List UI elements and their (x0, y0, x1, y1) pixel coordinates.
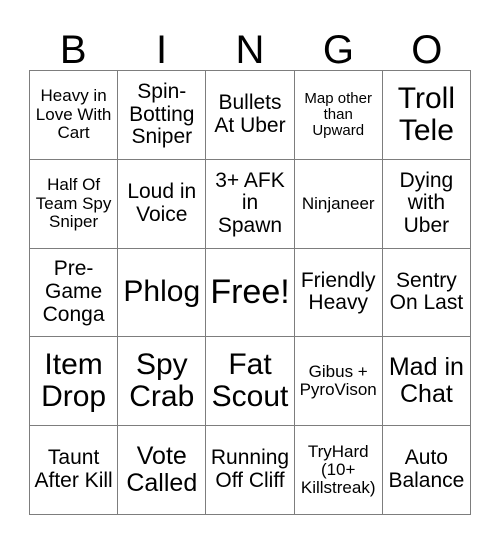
bingo-cell[interactable]: Bullets At Uber (206, 71, 295, 160)
bingo-cell-label: Item Drop (41, 347, 107, 414)
bingo-cell[interactable]: Pre-Game Conga (30, 248, 119, 338)
bingo-cell-label: Pre-Game Conga (42, 257, 105, 326)
bingo-cell-label: Dying with Uber (399, 168, 454, 238)
bingo-cell[interactable]: Phlog (118, 248, 207, 338)
bingo-card: B I N G O Heavy in Love With Cart Spin-Bo… (0, 0, 500, 544)
header-letter-i: I (156, 28, 168, 72)
bingo-cell[interactable]: Mad in Chat (382, 337, 471, 427)
bingo-header-row: B I N G O (29, 0, 471, 70)
bingo-grid: Heavy in Love With Cart Spin-Botting Snip… (29, 70, 471, 515)
bingo-cell[interactable]: Auto Balance (382, 426, 471, 515)
bingo-cell[interactable]: Spy Crab (118, 337, 207, 427)
bingo-cell-label: Sentry On Last (389, 268, 464, 315)
bingo-cell-label: Free! (210, 273, 290, 312)
bingo-cell[interactable]: TryHard (10+ Killstreak) (294, 426, 383, 515)
bingo-cell[interactable]: Loud in Voice (118, 159, 207, 249)
bingo-cell[interactable]: Half Of Team Spy Sniper (30, 159, 119, 249)
bingo-cell-label: Running Off Cliff (210, 446, 290, 493)
bingo-cell-label: Friendly Heavy (300, 268, 376, 315)
bingo-cell[interactable]: 3+ AFK in Spawn (206, 159, 295, 249)
bingo-cell[interactable]: Ninjaneer (294, 159, 383, 249)
bingo-cell-label: TryHard (10+ Killstreak) (300, 441, 376, 498)
bingo-cell[interactable]: Troll Tele (382, 71, 471, 160)
bingo-cell-label: Loud in Voice (127, 180, 197, 226)
bingo-cell-label: Spy Crab (129, 347, 195, 414)
bingo-cell-label: Half Of Team Spy Sniper (35, 175, 112, 231)
header-letter-n: N (235, 28, 265, 72)
header-letter-o: O (411, 28, 443, 72)
header-letter-b: B (59, 28, 87, 72)
bingo-cell[interactable]: Map other than Upward (294, 71, 383, 160)
bingo-cell-label: Map other than Upward (304, 89, 372, 139)
bingo-cell-label: Taunt After Kill (34, 446, 113, 493)
bingo-cell[interactable]: Sentry On Last (382, 248, 471, 338)
bingo-cell[interactable]: Item Drop (30, 337, 119, 427)
bingo-cell-label: Heavy in Love With Cart (35, 86, 112, 143)
bingo-cell[interactable]: Friendly Heavy (294, 248, 383, 338)
bingo-cell-label: Spin-Botting Sniper (129, 79, 195, 149)
bingo-cell-label: Troll Tele (397, 81, 455, 147)
bingo-cell-label: Mad in Chat (388, 353, 464, 409)
bingo-cell-label: Bullets At Uber (214, 91, 286, 137)
bingo-cell-label: Ninjaneer (301, 193, 375, 213)
bingo-cell[interactable]: Fat Scout (206, 337, 295, 427)
bingo-cell[interactable]: Vote Called (118, 426, 207, 515)
bingo-cell-label: Gibus + PyroVison (299, 361, 377, 400)
bingo-cell[interactable]: Taunt After Kill (30, 426, 119, 515)
bingo-cell[interactable]: Dying with Uber (382, 159, 471, 249)
bingo-cell-label: Vote Called (126, 442, 198, 498)
bingo-cell[interactable]: Spin-Botting Sniper (118, 71, 207, 160)
bingo-cell-label: 3+ AFK in Spawn (215, 168, 285, 238)
bingo-free-space[interactable]: Free! (206, 248, 295, 338)
bingo-cell[interactable]: Gibus + PyroVison (294, 337, 383, 427)
bingo-cell-label: Auto Balance (388, 446, 465, 493)
bingo-cell-label: Phlog (123, 275, 201, 309)
header-letter-g: G (322, 28, 354, 72)
bingo-cell-label: Fat Scout (211, 347, 289, 414)
bingo-cell[interactable]: Heavy in Love With Cart (30, 71, 119, 160)
bingo-cell[interactable]: Running Off Cliff (206, 426, 295, 515)
